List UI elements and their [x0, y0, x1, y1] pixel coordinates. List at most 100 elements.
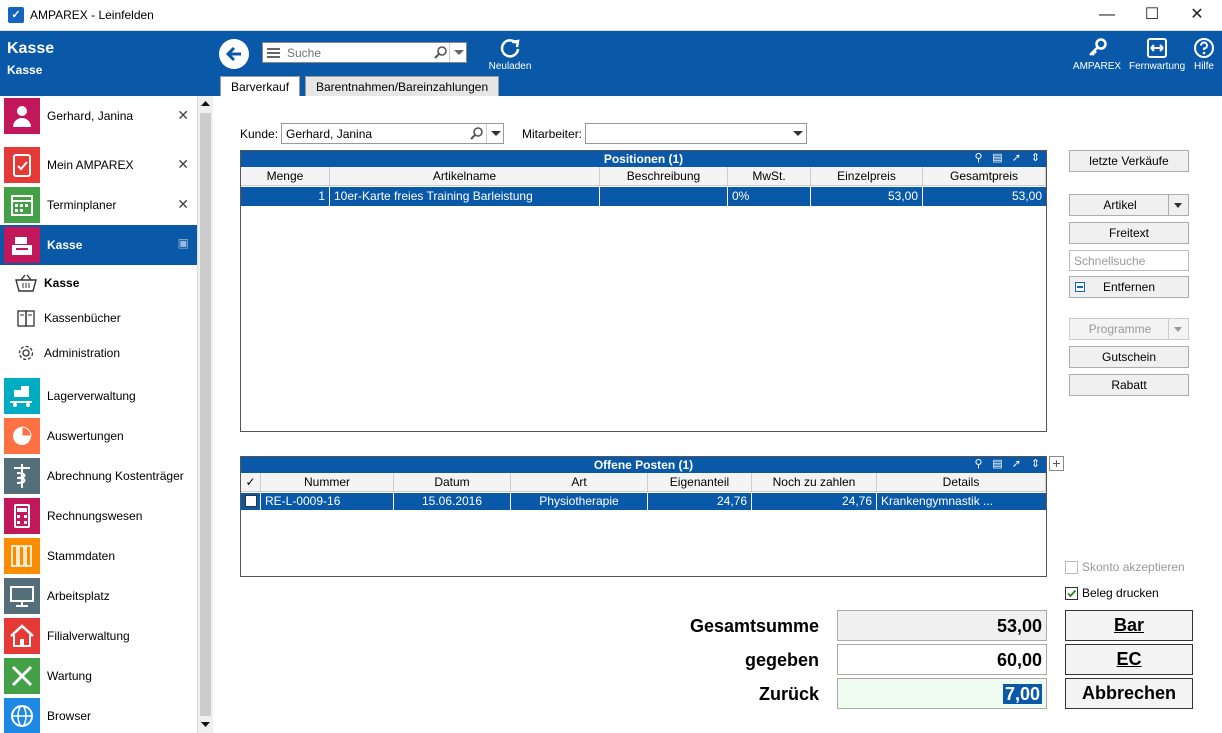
column-header[interactable]: Noch zu zahlen: [752, 473, 877, 492]
checkmark-icon[interactable]: ✓: [241, 473, 261, 492]
abbrechen-button[interactable]: Abbrechen: [1065, 678, 1193, 709]
chevron-down-icon[interactable]: [486, 124, 503, 143]
sidebar-item-auswertungen[interactable]: Auswertungen: [0, 416, 197, 456]
document-icon[interactable]: ▤: [991, 152, 1004, 165]
column-header[interactable]: Gesamtpreis: [923, 167, 1046, 186]
tab-barentnahmen[interactable]: Barentnahmen/Bareinzahlungen: [305, 76, 500, 96]
row-checkbox[interactable]: [241, 493, 261, 510]
zurueck-label: Zurück: [758, 684, 819, 704]
search-icon[interactable]: ⚲: [972, 152, 985, 165]
kunde-label: Kunde:: [240, 127, 279, 141]
positionen-grid[interactable]: Positionen (1) ⚲ ▤ ➚ ⇕ Menge Artikelname…: [240, 150, 1047, 432]
close-icon[interactable]: ✕: [177, 107, 189, 124]
sidebar-item-abrechnung[interactable]: Abrechnung Kostenträger: [0, 456, 197, 496]
sidebar-item-label: Stammdaten: [47, 549, 116, 563]
sidebar-subitem-kasse[interactable]: Kasse: [0, 265, 197, 300]
checkbox-box[interactable]: [1065, 587, 1078, 600]
column-header[interactable]: Eigenanteil: [648, 473, 752, 492]
letzte-verkaeufe-button[interactable]: letzte Verkäufe: [1069, 150, 1189, 172]
freitext-button[interactable]: Freitext: [1069, 222, 1189, 244]
table-row[interactable]: 1 10er-Karte freies Training Barleistung…: [241, 187, 1046, 206]
column-header[interactable]: Art: [511, 473, 648, 492]
window-titlebar: ✓ AMPAREX - Leinfelden — ☐ ✕: [0, 0, 1222, 31]
sidebar-scrollbar[interactable]: [197, 96, 213, 733]
column-header[interactable]: Details: [877, 473, 1046, 492]
column-header[interactable]: Beschreibung: [600, 167, 728, 186]
expand-icon[interactable]: ⇕: [1029, 152, 1042, 165]
sidebar-subitem-administration[interactable]: Administration: [0, 335, 197, 370]
checkbox-box[interactable]: [1065, 561, 1078, 574]
reload-button[interactable]: Neuladen: [488, 37, 532, 72]
artikel-button[interactable]: Artikel: [1069, 194, 1189, 216]
schnellsuche-input[interactable]: Schnellsuche: [1069, 250, 1189, 271]
minimize-button[interactable]: —: [1087, 4, 1127, 26]
sidebar-item-label: Gerhard, Janina: [47, 109, 134, 123]
sidebar-item-filialverwaltung[interactable]: Filialverwaltung: [0, 616, 197, 656]
fernwartung-button[interactable]: Fernwartung: [1129, 37, 1185, 72]
column-header[interactable]: Menge: [241, 167, 330, 186]
sidebar-item-mein-amparex[interactable]: Mein AMPAREX ✕: [0, 145, 197, 185]
scroll-down-icon[interactable]: [198, 716, 213, 732]
collapse-icon[interactable]: ▣: [178, 236, 189, 250]
close-icon[interactable]: ✕: [177, 196, 189, 213]
expand-icon[interactable]: ⇕: [1029, 458, 1042, 471]
module-title: Kasse: [7, 40, 55, 57]
search-box[interactable]: [262, 42, 467, 63]
close-button[interactable]: ✕: [1177, 4, 1217, 26]
cell-noch-zu-zahlen: 24,76: [752, 493, 877, 510]
remove-icon: [1075, 282, 1085, 292]
fernwartung-label: Fernwartung: [1129, 61, 1186, 72]
beleg-checkbox[interactable]: Beleg drucken: [1065, 586, 1215, 602]
column-header[interactable]: Artikelname: [330, 167, 600, 186]
pin-icon[interactable]: ➚: [1010, 458, 1023, 471]
tab-barverkauf[interactable]: Barverkauf: [220, 76, 301, 96]
sidebar-item-stammdaten[interactable]: Stammdaten: [0, 536, 197, 576]
mitarbeiter-combobox[interactable]: [585, 123, 807, 144]
scroll-up-icon[interactable]: [198, 96, 213, 112]
kunde-combobox[interactable]: Gerhard, Janina: [281, 123, 504, 144]
amparex-button[interactable]: AMPAREX: [1071, 37, 1123, 72]
column-header[interactable]: Nummer: [261, 473, 394, 492]
help-button[interactable]: Hilfe: [1190, 37, 1218, 72]
offene-posten-grid[interactable]: Offene Posten (1) ⚲ ▤ ➚ ⇕ ✓ Nummer Datum…: [240, 456, 1047, 577]
sidebar-item-lagerverwaltung[interactable]: Lagerverwaltung: [0, 376, 197, 416]
sidebar-item-rechnungswesen[interactable]: Rechnungswesen: [0, 496, 197, 536]
column-header[interactable]: Einzelpreis: [811, 167, 923, 186]
sidebar-item-arbeitsplatz[interactable]: Arbeitsplatz: [0, 576, 197, 616]
column-header[interactable]: Datum: [394, 473, 511, 492]
search-icon[interactable]: [433, 45, 449, 61]
ec-button[interactable]: EC: [1065, 644, 1193, 675]
globe-icon: [4, 698, 40, 733]
search-icon[interactable]: ⚲: [972, 458, 985, 471]
gutschein-button[interactable]: Gutschein: [1069, 346, 1189, 368]
search-icon[interactable]: [469, 126, 485, 142]
search-input[interactable]: [287, 44, 427, 61]
skonto-checkbox[interactable]: Skonto akzeptieren: [1065, 560, 1215, 576]
gesamtsumme-field: 53,00: [837, 610, 1047, 641]
sidebar-item-terminplaner[interactable]: Terminplaner ✕: [0, 185, 197, 225]
bar-button[interactable]: Bar: [1065, 610, 1193, 641]
sidebar-item-customer[interactable]: Gerhard, Janina ✕: [0, 96, 197, 136]
sidebar-item-browser[interactable]: Browser: [0, 696, 197, 733]
table-row[interactable]: RE-L-0009-16 15.06.2016 Physiotherapie 2…: [241, 493, 1046, 510]
menu-icon[interactable]: [267, 48, 280, 58]
calendar-icon: [4, 187, 40, 223]
gegeben-input[interactable]: 60,00: [837, 644, 1047, 675]
maximize-button[interactable]: ☐: [1132, 4, 1172, 26]
plus-icon[interactable]: +: [1049, 456, 1064, 471]
search-dropdown-icon[interactable]: [449, 43, 466, 62]
close-icon[interactable]: ✕: [177, 156, 189, 173]
chevron-down-icon[interactable]: [789, 124, 806, 143]
document-icon[interactable]: ▤: [991, 458, 1004, 471]
sidebar-subitem-kassenbuecher[interactable]: Kassenbücher: [0, 300, 197, 335]
scrollbar-thumb[interactable]: [200, 113, 211, 718]
monitor-icon: [4, 578, 40, 614]
chevron-down-icon[interactable]: [1168, 195, 1188, 215]
sidebar-item-kasse[interactable]: Kasse ▣: [0, 225, 197, 265]
entfernen-button[interactable]: Entfernen: [1069, 276, 1189, 298]
column-header[interactable]: MwSt.: [728, 167, 811, 186]
pin-icon[interactable]: ➚: [1010, 152, 1023, 165]
sidebar-item-wartung[interactable]: Wartung: [0, 656, 197, 696]
back-button[interactable]: [219, 39, 249, 69]
rabatt-button[interactable]: Rabatt: [1069, 374, 1189, 396]
